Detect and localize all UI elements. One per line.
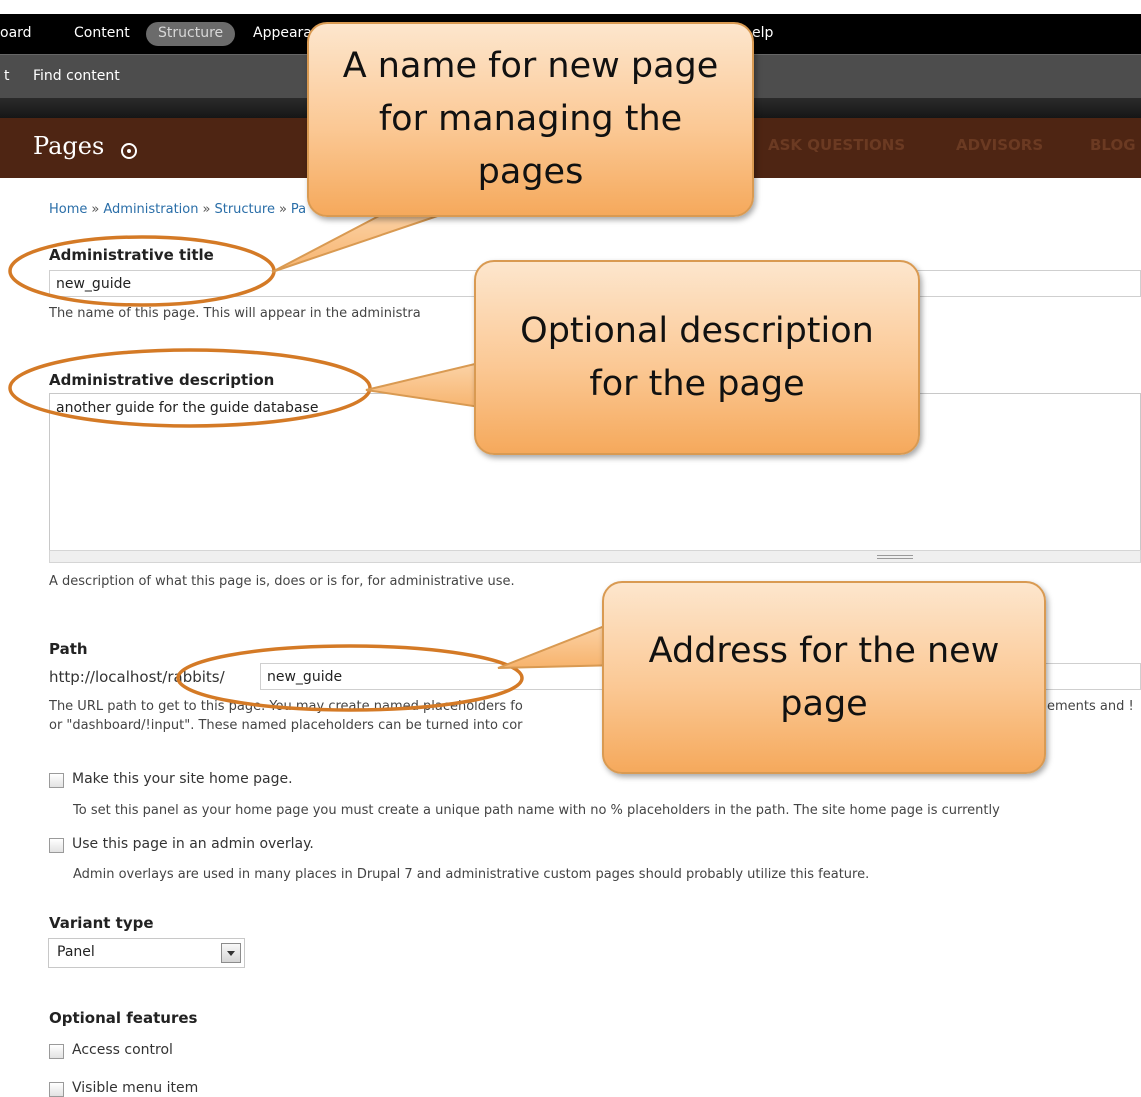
admin-title-label: Administrative title (49, 246, 214, 264)
admin-title-help: The name of this page. This will appear … (49, 306, 421, 321)
breadcrumb-separator: » (91, 202, 100, 217)
breadcrumb: Home» Administration» Structure» Pa (49, 202, 306, 217)
shortcut-find-content[interactable]: Find content (33, 68, 120, 84)
callout-description-line1: Optional description (520, 310, 874, 351)
home-page-checkbox[interactable] (49, 773, 64, 788)
toolbar-item-structure[interactable]: Structure (146, 22, 236, 46)
breadcrumb-structure[interactable]: Structure (214, 202, 274, 217)
callout-address-line2: page (780, 683, 868, 724)
page-title: Pages (33, 132, 105, 160)
variant-type-select[interactable]: Panel (48, 938, 245, 968)
callout-name-line2: for managing the (378, 99, 683, 139)
access-control-label: Access control (72, 1042, 173, 1058)
path-help-line1-end: ements and ! (1047, 699, 1134, 714)
admin-overlay-checkbox[interactable] (49, 838, 64, 853)
breadcrumb-separator: » (278, 202, 287, 217)
home-page-help: To set this panel as your home page you … (73, 803, 1000, 818)
textarea-resize-grip[interactable] (49, 550, 1141, 563)
path-help-line1: The URL path to get to this page. You ma… (49, 699, 523, 714)
grip-lines-icon (877, 555, 913, 559)
path-help-line2: or "dashboard/!input". These named place… (49, 718, 523, 733)
admin-overlay-help: Admin overlays are used in many places i… (73, 867, 870, 882)
callout-name-line1: A name for new page (342, 46, 719, 86)
callout-address-line1: Address for the new (648, 630, 1000, 671)
toolbar-item-dashboard[interactable]: oard (0, 25, 32, 41)
variant-type-label: Variant type (49, 914, 154, 932)
callout-description: Optional description for the page (474, 260, 920, 455)
admin-overlay-label: Use this page in an admin overlay. (72, 836, 314, 852)
visible-menu-item-label: Visible menu item (72, 1080, 199, 1096)
access-control-checkbox[interactable] (49, 1044, 64, 1059)
toolbar-item-help[interactable]: elp (752, 25, 773, 41)
nav-blog[interactable]: BLOG (1090, 136, 1136, 154)
admin-description-help: A description of what this page is, does… (49, 574, 515, 589)
breadcrumb-pages[interactable]: Pa (291, 202, 306, 217)
nav-ask-questions[interactable]: ASK QUESTIONS (768, 136, 905, 154)
nav-advisors[interactable]: ADVISORS (956, 136, 1043, 154)
shortcut-item-partial[interactable]: t (4, 68, 10, 84)
callout-address: Address for the new page (602, 581, 1046, 774)
callout-description-line2: for the page (589, 363, 805, 404)
admin-description-label: Administrative description (49, 371, 275, 389)
chevron-down-icon[interactable] (221, 943, 241, 963)
callout-page-name: A name for new page for managing the pag… (307, 22, 754, 217)
path-prefix: http://localhost/rabbits/ (49, 668, 225, 686)
variant-type-value: Panel (57, 944, 95, 960)
home-page-label: Make this your site home page. (72, 771, 293, 787)
breadcrumb-administration[interactable]: Administration (103, 202, 198, 217)
visible-menu-item-checkbox[interactable] (49, 1082, 64, 1097)
add-shortcut-icon[interactable] (121, 143, 137, 159)
breadcrumb-separator: » (202, 202, 211, 217)
callout-name-line3: pages (477, 152, 584, 192)
breadcrumb-home[interactable]: Home (49, 202, 87, 217)
optional-features-label: Optional features (49, 1009, 198, 1027)
path-label: Path (49, 640, 88, 658)
toolbar-item-content[interactable]: Content (74, 25, 130, 41)
toolbar-item-appearance[interactable]: Appeara (253, 25, 312, 41)
